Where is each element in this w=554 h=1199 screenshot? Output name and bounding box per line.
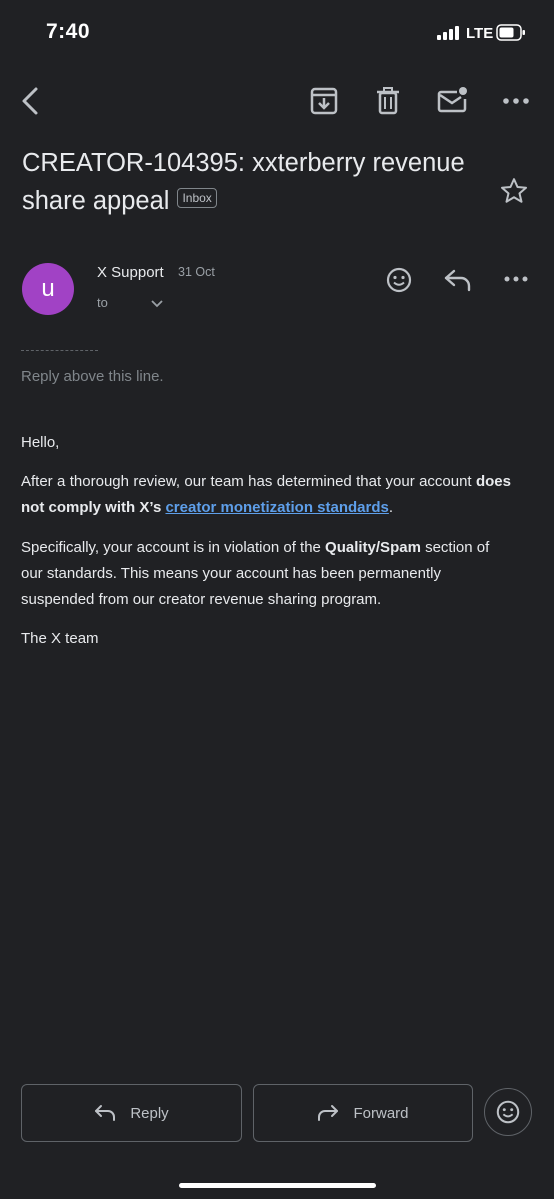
battery-icon	[496, 24, 526, 41]
greeting: Hello,	[21, 434, 60, 451]
recipient-label: to	[97, 295, 108, 310]
star-icon[interactable]	[499, 176, 529, 206]
monetization-standards-link[interactable]: creator monetization standards	[165, 499, 388, 516]
sender-name: X Support	[97, 264, 164, 281]
body-paragraph-1: After a thorough review, our team has de…	[21, 469, 511, 521]
more-icon[interactable]	[502, 84, 530, 118]
sender-date: 31 Oct	[178, 265, 215, 279]
subject-text: CREATOR-104395: xxterberry revenue share…	[22, 149, 465, 215]
reply-divider	[21, 350, 98, 351]
reply-button[interactable]: Reply	[21, 1084, 242, 1142]
period: .	[388, 499, 394, 516]
network-type: LTE	[466, 25, 494, 42]
status-time: 7:40	[46, 20, 91, 43]
body-text: Specifically, your account is in violati…	[21, 539, 326, 556]
message-more-icon[interactable]	[503, 266, 529, 294]
emoji-reaction-icon[interactable]	[385, 266, 413, 294]
inbox-label-badge[interactable]: Inbox	[177, 188, 217, 209]
archive-icon[interactable]	[310, 84, 338, 118]
delete-icon[interactable]	[375, 84, 401, 118]
body-text: After a thorough review, our team has de…	[21, 473, 476, 490]
reply-icon[interactable]	[443, 266, 473, 294]
reply-icon	[94, 1104, 116, 1122]
avatar[interactable]: u	[22, 263, 74, 315]
signoff: The X team	[21, 630, 99, 647]
signal-icon	[437, 26, 459, 40]
forward-button-label: Forward	[353, 1104, 409, 1122]
emoji-icon	[495, 1099, 521, 1125]
chevron-down-icon[interactable]	[150, 298, 164, 310]
home-indicator[interactable]	[179, 1183, 376, 1188]
body-paragraph-2: Specifically, your account is in violati…	[21, 535, 511, 613]
mark-unread-icon[interactable]	[437, 84, 469, 118]
body-bold-text: Quality/Spam	[325, 539, 421, 556]
reply-button-label: Reply	[130, 1104, 169, 1122]
forward-icon	[317, 1104, 339, 1122]
back-arrow-icon[interactable]	[16, 84, 46, 118]
forward-button[interactable]: Forward	[253, 1084, 473, 1142]
reply-above-line: Reply above this line.	[21, 368, 164, 385]
emoji-reaction-button[interactable]	[484, 1088, 532, 1136]
email-subject: CREATOR-104395: xxterberry revenue share…	[22, 144, 482, 220]
